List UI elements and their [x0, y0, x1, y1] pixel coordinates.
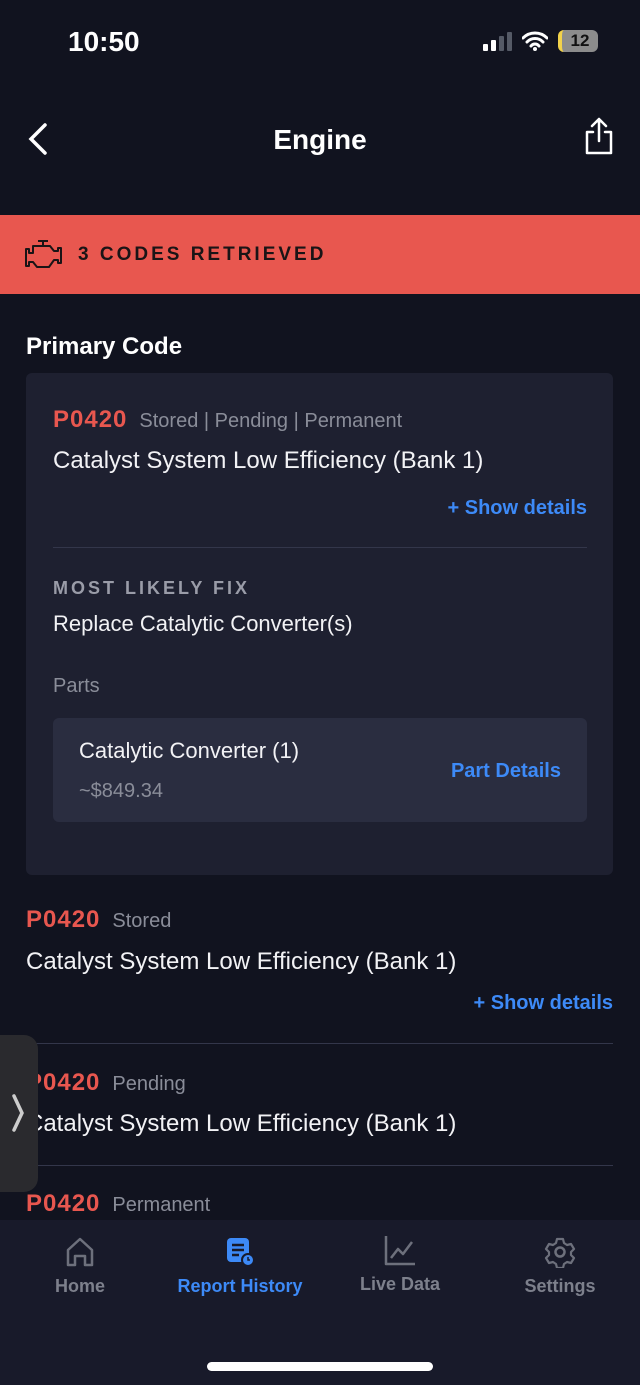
- signal-icon: [483, 31, 512, 51]
- primary-code-card: P0420 Stored | Pending | Permanent Catal…: [26, 373, 613, 875]
- check-engine-icon: [25, 239, 62, 268]
- show-details-link[interactable]: + Show details: [474, 992, 613, 1015]
- code-id: P0420: [26, 906, 101, 933]
- tab-settings[interactable]: Settings: [480, 1236, 640, 1297]
- code-status: Pending: [112, 1073, 186, 1095]
- chart-line-icon: [384, 1236, 415, 1266]
- part-name: Catalytic Converter (1): [79, 738, 300, 763]
- status-icons: 12: [483, 30, 598, 52]
- tab-label: Settings: [524, 1276, 596, 1296]
- show-details-link[interactable]: + Show details: [448, 497, 587, 520]
- tab-report-history[interactable]: Report History: [160, 1236, 320, 1297]
- code-id: P0420: [26, 1190, 101, 1217]
- wifi-icon: [522, 31, 548, 51]
- home-icon: [66, 1237, 94, 1267]
- tab-label: Home: [54, 1276, 105, 1296]
- page-title: Engine: [273, 124, 367, 155]
- side-drawer-handle[interactable]: [0, 1035, 38, 1192]
- tab-live-data[interactable]: Live Data: [320, 1234, 480, 1295]
- codes-banner: 3 CODES RETRIEVED: [0, 215, 640, 294]
- tab-home[interactable]: Home: [0, 1236, 160, 1297]
- code-item[interactable]: P0420 Permanent: [26, 1190, 210, 1218]
- code-status: Permanent: [112, 1194, 211, 1216]
- battery-indicator: 12: [558, 30, 598, 52]
- status-time: 10:50: [68, 26, 140, 57]
- parts-label: Parts: [53, 675, 100, 697]
- fix-text: Replace Catalytic Converter(s): [53, 611, 353, 636]
- part-card: Catalytic Converter (1) ~$849.34 Part De…: [53, 718, 587, 822]
- code-status: Stored: [112, 910, 172, 932]
- code-description: Catalyst System Low Efficiency (Bank 1): [26, 1110, 457, 1137]
- divider: [26, 1165, 613, 1166]
- divider: [26, 1043, 613, 1044]
- report-history-icon: [227, 1238, 255, 1267]
- home-indicator: [207, 1362, 433, 1371]
- share-icon[interactable]: [582, 116, 616, 156]
- code-item[interactable]: P0420 Pending: [26, 1069, 186, 1097]
- fix-heading: MOST LIKELY FIX: [53, 578, 251, 598]
- divider: [53, 547, 587, 548]
- banner-text: 3 CODES RETRIEVED: [78, 243, 327, 265]
- code-item[interactable]: P0420 Stored: [26, 906, 171, 934]
- code-status: Stored | Pending | Permanent: [139, 410, 403, 432]
- code-description: Catalyst System Low Efficiency (Bank 1): [53, 447, 484, 474]
- section-title: Primary Code: [26, 333, 183, 360]
- part-price: ~$849.34: [79, 780, 163, 802]
- gear-icon: [544, 1237, 576, 1268]
- tab-label: Live Data: [359, 1274, 441, 1294]
- code-description: Catalyst System Low Efficiency (Bank 1): [26, 948, 457, 975]
- code-id: P0420: [53, 406, 128, 433]
- chevron-right-icon: [12, 1094, 24, 1132]
- tab-bar: Home Report History Live Data Settings: [0, 1220, 640, 1385]
- tab-label: Report History: [177, 1276, 303, 1296]
- part-details-link[interactable]: Part Details: [451, 760, 561, 783]
